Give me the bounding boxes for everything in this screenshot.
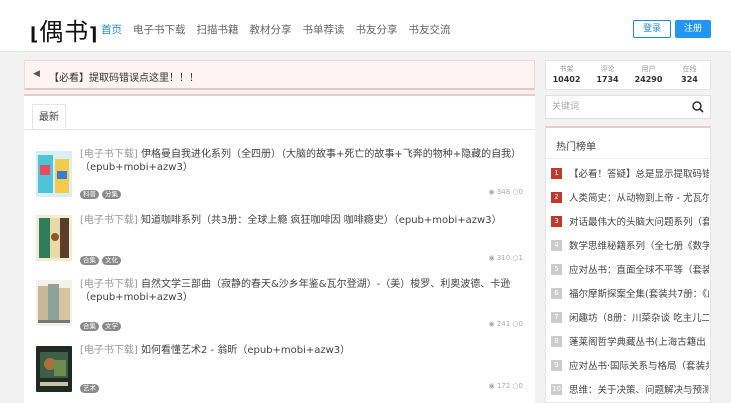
tag[interactable]: 分集 <box>102 190 121 199</box>
rank-badge: 10 <box>551 383 562 395</box>
stat-comments: 评论 1734 <box>596 65 619 84</box>
hot-list-item[interactable]: 7 闲趣坊（8册：川菜杂谈 吃主儿二编 <box>551 309 709 325</box>
search-box <box>545 95 711 119</box>
search-icon <box>692 101 704 113</box>
eye-icon: ◉ <box>488 320 495 328</box>
item-stats: ◉ 348 ○0 <box>488 188 523 196</box>
rank-badge: 9 <box>551 359 562 371</box>
main-nav: 首页 电子书下载 扫描书籍 教材分享 书单荐读 书友分享 书友交流 <box>101 22 462 37</box>
hot-list-title: 热门榜单 <box>556 142 596 153</box>
hot-list-item[interactable]: 3 对话最伟大的头脑大问题系列（套装 <box>551 213 709 229</box>
search-button[interactable] <box>686 96 710 118</box>
nav-scanned-books[interactable]: 扫描书籍 <box>197 22 239 37</box>
rank-badge: 4 <box>551 239 562 251</box>
eye-icon: ◉ <box>488 382 495 390</box>
nav-booklists[interactable]: 书单荐读 <box>303 22 345 37</box>
hot-list-item[interactable]: 2 人类简史：从动物到上帝 - 尤瓦尔·赫 <box>551 189 709 205</box>
book-cover[interactable] <box>36 346 72 392</box>
tag[interactable]: 文学 <box>102 322 121 331</box>
nav-share[interactable]: 书友分享 <box>356 22 398 37</box>
site-stats: 书架 10402 评论 1734 用户 24290 在线 324 <box>545 60 711 90</box>
site-header: ⌊偶书⌉ 首页 电子书下载 扫描书籍 教材分享 书单荐读 书友分享 书友交流 登… <box>0 0 731 52</box>
eye-icon: ◉ <box>488 254 495 262</box>
tag[interactable]: 文化 <box>102 256 121 265</box>
stat-users: 用户 24290 <box>634 65 663 84</box>
stat-online: 在线 324 <box>681 65 698 84</box>
nav-forum[interactable]: 书友交流 <box>409 22 451 37</box>
tab-divider <box>24 129 535 130</box>
rank-badge: 2 <box>551 191 562 203</box>
rank-badge: 6 <box>551 287 562 299</box>
item-stats: ◉ 310 ○1 <box>488 254 523 262</box>
book-cover[interactable] <box>36 151 72 197</box>
hot-list-item[interactable]: 9 应对丛书·国际关系与格局（套装共8 <box>551 357 709 373</box>
nav-ebook-download[interactable]: 电子书下载 <box>133 22 186 37</box>
rank-badge: 1 <box>551 167 562 179</box>
tag[interactable]: 科普 <box>80 190 99 199</box>
book-title[interactable]: [电子书下载] 伊格曼自我进化系列（全四册）（大脑的故事+死亡的故事+飞奔的物种… <box>80 148 530 174</box>
tab-latest[interactable]: 最新 <box>32 104 66 130</box>
latest-list: 最新 [电子书下载] 伊格曼自我进化系列（全四册）（大脑的故事+死亡的故事+飞奔… <box>24 94 535 403</box>
tag-list: 合集 文化 <box>80 256 121 265</box>
hot-divider <box>546 158 710 159</box>
nav-textbooks[interactable]: 教材分享 <box>250 22 292 37</box>
notice-text[interactable]: 【必看】提取码错误点这里！！！ <box>49 69 199 84</box>
login-button[interactable]: 登录 <box>633 20 671 38</box>
nav-home[interactable]: 首页 <box>101 22 122 37</box>
speaker-icon: ◀ <box>33 69 40 79</box>
hot-list: 热门榜单 1 【必看！答疑】总是显示提取码错误 2 人类简史：从动物到上帝 - 尤瓦… <box>545 126 711 403</box>
tag-list: 艺术 <box>80 384 99 393</box>
hot-list-item[interactable]: 4 数学思维秘籍系列（全七册《数学 <box>551 237 709 253</box>
tag-list: 科普 分集 <box>80 190 121 199</box>
tag[interactable]: 合集 <box>80 322 99 331</box>
rank-badge: 8 <box>551 335 562 347</box>
list-item: [电子书下载] 伊格曼自我进化系列（全四册）（大脑的故事+死亡的故事+飞奔的物种… <box>24 146 535 206</box>
notice-bar[interactable]: ◀ 【必看】提取码错误点这里！！！ <box>24 60 535 90</box>
hot-list-item[interactable]: 6 福尔摩斯探案全集(套装共7册：《血 <box>551 285 709 301</box>
eye-icon: ◉ <box>488 188 495 196</box>
search-input[interactable] <box>546 96 686 118</box>
list-item: [电子书下载] 如何看懂艺术2 - 翁昕（epub+mobi+azw3） 艺术 … <box>24 342 535 402</box>
hot-list-item[interactable]: 10 思维：关于决策、问题解决与预测 <box>551 381 709 397</box>
hot-list-item[interactable]: 8 蓬莱阁哲学典藏丛书(上海古籍出 <box>551 333 709 349</box>
hot-list-item[interactable]: 5 应对丛书：直面全球不平等（套装共 <box>551 261 709 277</box>
rank-badge: 7 <box>551 311 562 323</box>
book-title[interactable]: [电子书下载] 如何看懂艺术2 - 翁昕（epub+mobi+azw3） <box>80 344 530 357</box>
list-item: [电子书下载] 知道咖啡系列（共3册：全球上瘾 疯狂咖啡因 咖啡瘾史）（epub… <box>24 212 535 270</box>
register-button[interactable]: 注册 <box>675 20 711 38</box>
rank-badge: 5 <box>551 263 562 275</box>
tag[interactable]: 艺术 <box>80 384 99 393</box>
item-stats: ◉ 241 ○0 <box>488 320 523 328</box>
stat-books: 书架 10402 <box>552 65 581 84</box>
hot-list-item[interactable]: 1 【必看！答疑】总是显示提取码错误 <box>551 165 709 181</box>
book-cover[interactable] <box>36 215 72 261</box>
book-title[interactable]: [电子书下载] 自然文学三部曲（寂静的春天&沙乡年鉴&瓦尔登湖）-（美）梭罗、利… <box>80 278 530 304</box>
site-logo[interactable]: ⌊偶书⌉ <box>30 12 98 47</box>
tag[interactable]: 合集 <box>80 256 99 265</box>
book-cover[interactable] <box>36 280 72 326</box>
rank-badge: 3 <box>551 215 562 227</box>
list-item: [电子书下载] 自然文学三部曲（寂静的春天&沙乡年鉴&瓦尔登湖）-（美）梭罗、利… <box>24 276 535 336</box>
book-title[interactable]: [电子书下载] 知道咖啡系列（共3册：全球上瘾 疯狂咖啡因 咖啡瘾史）（epub… <box>80 214 530 227</box>
item-stats: ◉ 172 ○0 <box>488 382 523 390</box>
tag-list: 合集 文学 <box>80 322 121 331</box>
